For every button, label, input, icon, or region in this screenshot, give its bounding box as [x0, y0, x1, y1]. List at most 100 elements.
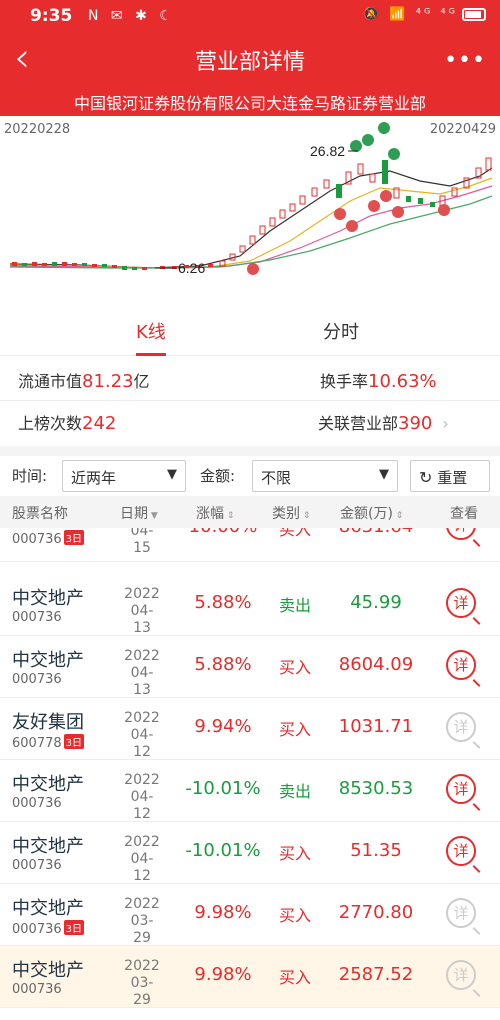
- col-date[interactable]: 日期 ▼: [120, 503, 158, 523]
- trade-amount: 2770.80: [338, 902, 414, 923]
- trade-date: 2022 03-29: [122, 896, 162, 947]
- tab-kline[interactable]: K线: [136, 318, 166, 356]
- refresh-icon: ↻: [419, 468, 433, 487]
- related-brokers[interactable]: 关联营业部390 ›: [318, 410, 449, 434]
- detail-search-icon[interactable]: 详: [446, 774, 476, 804]
- change-pct: 9.98%: [194, 964, 252, 985]
- trade-month-day: 04-13: [130, 603, 154, 636]
- trade-date: 2022 04-13: [122, 586, 162, 637]
- buy-marker: [438, 204, 450, 216]
- battery-icon: [462, 8, 486, 21]
- candle: [357, 163, 364, 175]
- market-cap-unit: 亿: [133, 372, 150, 391]
- trade-type: 买入: [278, 844, 311, 863]
- candle: [32, 262, 37, 266]
- buy-marker: [368, 200, 380, 212]
- trade-month-day: 04-12: [130, 851, 154, 884]
- stock-code-value: 000736: [12, 532, 62, 547]
- three-day-badge: 3日: [63, 530, 85, 545]
- candle: [42, 263, 47, 266]
- candle: [418, 198, 423, 204]
- change-pct: -10.01%: [185, 778, 261, 799]
- list-count: 上榜次数242: [18, 410, 116, 434]
- candle: [92, 264, 97, 267]
- chart-tabs: K线 分时: [0, 306, 500, 356]
- table-row[interactable]: 中交地产 000736 2022 04-12 -10.01% 卖出 8530.53 详: [0, 760, 500, 822]
- amount-select[interactable]: 不限 ▼: [252, 460, 398, 492]
- candle: [259, 225, 266, 235]
- status-left-icons: N ✉ ✱ ☾: [88, 8, 176, 24]
- table-row[interactable]: 中交地产 000736 2022 04-13 5.88% 买入 8604.09 详: [0, 636, 500, 698]
- trade-month-day: 03-29: [130, 913, 154, 946]
- table-row[interactable]: 中交地产 000736 2022 03-29 9.98% 买入 2587.52 详: [0, 946, 500, 1008]
- candle: [72, 263, 77, 266]
- detail-search-icon[interactable]: 详: [446, 836, 476, 866]
- dropdown-arrow-icon: ▼: [379, 467, 389, 482]
- candle: [208, 264, 213, 267]
- sell-marker: [378, 122, 390, 134]
- stock-name: 中交地产: [12, 774, 84, 795]
- col-view: 查看: [450, 506, 478, 522]
- trade-amount: 8530.53: [338, 778, 414, 799]
- sell-marker: [388, 148, 400, 160]
- reset-button[interactable]: ↻ 重置: [410, 460, 490, 492]
- buy-marker: [334, 208, 346, 220]
- trade-month-day: 04-12: [130, 727, 154, 760]
- candle: [289, 203, 296, 212]
- three-day-badge: 3日: [63, 734, 85, 749]
- chevron-right-icon: ›: [442, 414, 449, 433]
- trade-year: 2022: [124, 958, 160, 974]
- page-title: 营业部详情: [194, 50, 305, 75]
- related-value: 390: [398, 413, 433, 434]
- candle: [336, 184, 342, 198]
- reset-label: 重置: [437, 469, 468, 487]
- stock-code: 000736 3日: [12, 530, 85, 547]
- time-select[interactable]: 近两年 ▼: [62, 460, 186, 492]
- market-cap-label: 流通市值: [18, 372, 83, 391]
- broker-name: 中国银河证券股份有限公司大连金马路证券营业部: [73, 94, 426, 113]
- chart-end-date: 20220429: [429, 122, 496, 137]
- sort-icon: ⇕: [392, 511, 404, 521]
- trade-year: 2022: [124, 896, 160, 912]
- stock-code-value: 600778: [12, 736, 62, 751]
- trade-date: 2022 03-29: [122, 958, 162, 1009]
- trade-date: 2022 04-13: [122, 648, 162, 699]
- status-bar: 9:35 N ✉ ✱ ☾ 🔕 📶 ⁴ᴳ ⁴ᴳ: [0, 0, 500, 32]
- stock-name: 中交地产: [12, 588, 84, 609]
- col-amount[interactable]: 金额(万) ⇕: [340, 503, 403, 523]
- stock-name: 中交地产: [12, 898, 84, 919]
- detail-search-icon[interactable]: 详: [446, 898, 476, 928]
- col-pct[interactable]: 涨幅 ⇕: [196, 503, 234, 523]
- col-pct-label: 涨幅: [196, 506, 224, 522]
- stock-code-value: 000736: [12, 982, 62, 997]
- table-row[interactable]: 友好集团 600778 3日 2022 04-12 9.94% 买入 1031.71 详: [0, 698, 500, 760]
- stock-code: 000736: [12, 672, 62, 687]
- candle: [249, 235, 256, 245]
- trade-year: 2022: [124, 710, 160, 726]
- trade-type: 买入: [278, 968, 311, 987]
- detail-search-icon[interactable]: 详: [446, 712, 476, 742]
- table-row[interactable]: 中交地产 000736 3日 2022 03-29 9.98% 买入 2770.80 详: [0, 884, 500, 946]
- time-filter-label: 时间:: [12, 467, 48, 485]
- detail-search-icon[interactable]: 详: [446, 650, 476, 680]
- table-row[interactable]: 中交地产 000736 2022 04-12 -10.01% 买入 51.35 详: [0, 822, 500, 884]
- ma-line-green: [9, 195, 493, 269]
- signal-icons: 🔕 📶 ⁴ᴳ ⁴ᴳ: [363, 7, 458, 22]
- market-cap: 流通市值81.23亿: [18, 368, 150, 392]
- detail-search-icon[interactable]: 详: [446, 588, 476, 618]
- more-button[interactable]: •••: [444, 48, 486, 73]
- list-count-value: 242: [82, 413, 117, 434]
- col-type[interactable]: 类别 ⇕: [272, 503, 310, 523]
- trade-type: 卖出: [278, 782, 311, 801]
- buy-marker: [247, 263, 259, 275]
- detail-search-icon[interactable]: 详: [446, 960, 476, 990]
- candle: [311, 187, 318, 197]
- trade-year: 2022: [124, 586, 160, 602]
- turnover-label: 换手率: [320, 372, 369, 391]
- stock-code: 000736: [12, 610, 62, 625]
- table-row[interactable]: 中交地产 000736 2022 04-13 5.88% 卖出 45.99 详: [0, 574, 500, 636]
- tab-intraday[interactable]: 分时: [323, 318, 359, 344]
- stock-name: 中交地产: [12, 836, 84, 857]
- trade-date: 2022 04-12: [122, 834, 162, 885]
- change-pct: 5.88%: [194, 654, 252, 675]
